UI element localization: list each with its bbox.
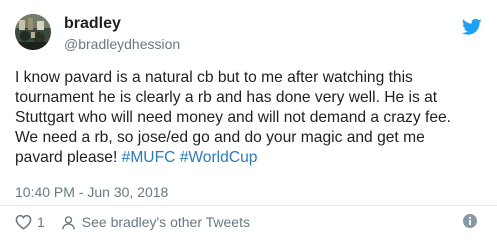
like-count: 1 <box>37 214 45 230</box>
avatar-image <box>15 14 51 50</box>
tweet-text: I know pavard is a natural cb but to me … <box>15 68 475 168</box>
divider <box>0 205 497 206</box>
tweet-line-last: pavard please! #MUFC #WorldCup <box>15 148 475 168</box>
info-icon[interactable] <box>463 214 477 228</box>
tweet-line-text: pavard please! <box>15 149 122 166</box>
author-name[interactable]: bradley <box>64 14 180 34</box>
other-tweets-link[interactable]: See bradley's other Tweets <box>61 214 250 230</box>
twitter-bird-icon[interactable] <box>462 18 482 36</box>
person-icon <box>61 215 75 229</box>
hashtag-worldcup[interactable]: #WorldCup <box>180 149 258 166</box>
tweet-line: I know pavard is a natural cb but to me … <box>15 69 413 86</box>
author-handle[interactable]: @bradleydhession <box>64 35 180 53</box>
hashtag-mufc[interactable]: #MUFC <box>122 149 176 166</box>
tweet-timestamp[interactable]: 10:40 PM - Jun 30, 2018 <box>15 183 168 201</box>
avatar[interactable] <box>15 14 51 50</box>
author-block: bradley @bradleydhession <box>64 14 180 53</box>
heart-icon <box>15 214 32 230</box>
like-button[interactable]: 1 <box>15 214 61 230</box>
tweet-actions: 1 See bradley's other Tweets <box>15 212 250 232</box>
tweet-line: Stuttgart who will need money and will n… <box>15 109 451 126</box>
tweet-card: bradley @bradleydhession I know pavard i… <box>0 0 497 241</box>
tweet-line: We need a rb, so jose/ed go and do your … <box>15 129 425 146</box>
tweet-line: tournament he is clearly a rb and has do… <box>15 89 438 106</box>
other-tweets-label: See bradley's other Tweets <box>81 214 250 230</box>
